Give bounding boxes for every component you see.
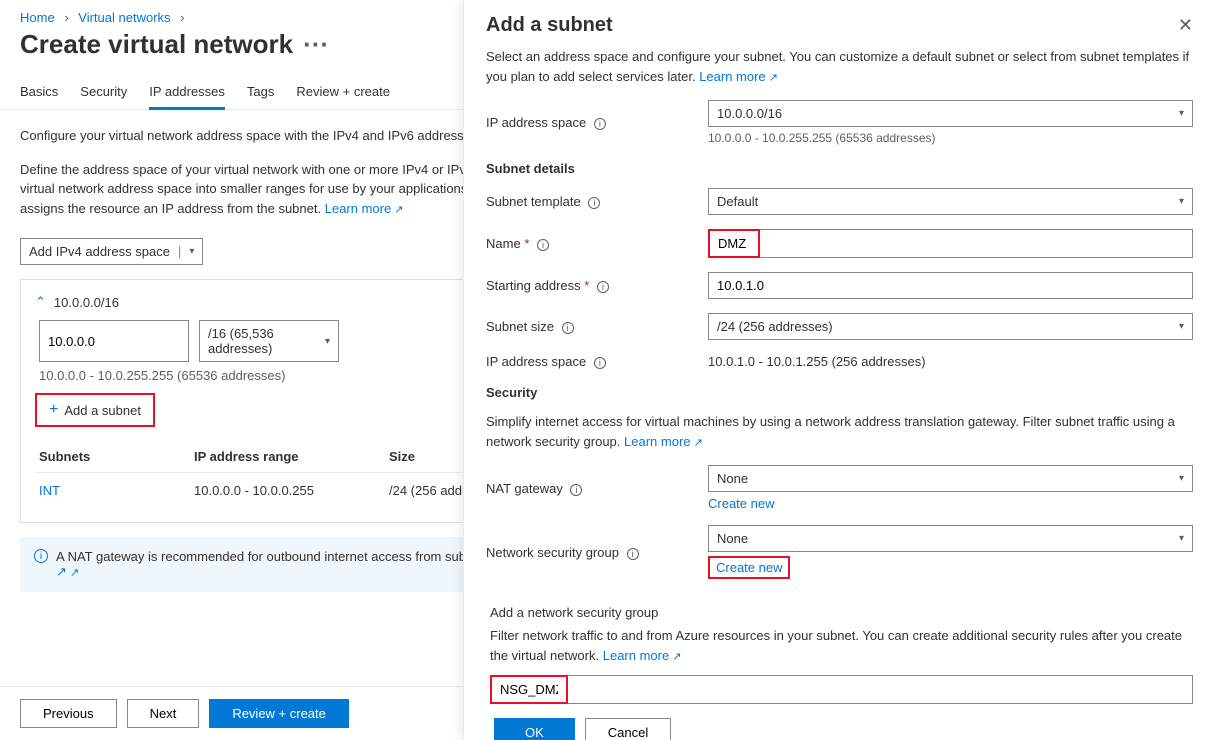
info-icon[interactable]: i [562,322,574,334]
nsg-name-input[interactable] [490,675,568,704]
start-input[interactable] [708,272,1193,299]
external-link-icon[interactable]: ↗ [56,564,79,579]
cidr-label: 10.0.0.0/16 [54,295,119,310]
learn-more-link[interactable]: Learn more [699,69,778,84]
nsg-subform: Add a network security group Filter netw… [486,593,1193,740]
ip-space-select[interactable]: 10.0.0.0/16▾ [708,100,1193,127]
size-select[interactable]: /16 (65,536 addresses)▾ [199,320,339,362]
learn-more-link[interactable]: Learn more [325,201,404,216]
nat-info-text: A NAT gateway is recommended for outboun… [56,549,527,564]
info-icon[interactable]: i [570,484,582,496]
next-button[interactable]: Next [127,699,200,728]
ip-space-range: 10.0.0.0 - 10.0.255.255 (65536 addresses… [708,131,1193,145]
size-label: Subnet size i [486,319,708,334]
chevron-down-icon: ▾ [1179,533,1184,544]
chevron-right-icon: › [180,10,184,25]
space2-value: 10.0.1.0 - 10.0.1.255 (256 addresses) [708,354,1193,369]
template-label: Subnet template i [486,194,708,209]
chevron-down-icon: ▾ [1179,473,1184,484]
review-create-button[interactable]: Review + create [209,699,349,728]
chevron-down-icon: ▾ [1179,196,1184,207]
learn-more-link[interactable]: Learn more [603,648,682,663]
nat-select[interactable]: None▾ [708,465,1193,492]
name-input-ext[interactable] [760,229,1193,258]
ok-button[interactable]: OK [494,718,575,740]
tab-ip-addresses[interactable]: IP addresses [149,76,225,110]
breadcrumb-vnets[interactable]: Virtual networks [78,10,170,25]
nsg-create-new-link[interactable]: Create new [708,556,790,579]
tab-review[interactable]: Review + create [296,76,390,109]
chevron-right-icon: › [64,10,68,25]
space2-label: IP address space i [486,354,708,369]
add-subnet-panel: Add a subnet ✕ Select an address space a… [463,0,1215,740]
size-select[interactable]: /24 (256 addresses)▾ [708,313,1193,340]
tab-tags[interactable]: Tags [247,76,274,109]
info-icon[interactable]: i [594,357,606,369]
nsg-subform-title: Add a network security group [490,605,1193,620]
name-input[interactable] [708,229,760,258]
start-label: Starting address * i [486,278,708,293]
chevron-down-icon: ▾ [325,336,330,347]
nsg-select[interactable]: None▾ [708,525,1193,552]
ip-input[interactable] [39,320,189,362]
plus-icon: + [49,401,58,419]
security-desc: Simplify internet access for virtual mac… [486,412,1193,451]
nat-label: NAT gateway i [486,481,708,496]
learn-more-link[interactable]: Learn more [624,434,703,449]
chevron-up-icon[interactable]: ⌃ [35,294,46,310]
chevron-down-icon: ▾ [1179,108,1184,119]
add-ipv4-space-button[interactable]: Add IPv4 address space|▾ [20,238,203,265]
panel-intro: Select an address space and configure yo… [486,47,1193,86]
tab-security[interactable]: Security [80,76,127,109]
subnet-range: 10.0.0.0 - 10.0.0.255 [194,483,389,498]
info-icon[interactable]: i [597,281,609,293]
add-subnet-button[interactable]: + Add a subnet [35,393,155,427]
subnet-details-heading: Subnet details [486,161,1193,176]
nsg-name-input-ext[interactable] [568,675,1193,704]
template-select[interactable]: Default▾ [708,188,1193,215]
ip-space-label: IP address space i [486,115,708,130]
nsg-label: Network security group i [486,545,708,560]
chevron-down-icon: ▾ [1179,321,1184,332]
tab-basics[interactable]: Basics [20,76,58,109]
info-icon[interactable]: i [588,197,600,209]
previous-button[interactable]: Previous [20,699,117,728]
info-icon: i [34,549,48,563]
more-icon[interactable]: ··· [303,29,329,59]
info-icon[interactable]: i [594,118,606,130]
panel-title: Add a subnet [486,14,613,37]
nat-create-new-link[interactable]: Create new [708,496,1193,511]
cancel-button[interactable]: Cancel [585,718,671,740]
info-icon[interactable]: i [537,239,549,251]
info-icon[interactable]: i [627,548,639,560]
subnet-name-link[interactable]: INT [39,483,194,498]
security-heading: Security [486,385,1193,400]
name-label: Name * i [486,236,708,251]
breadcrumb-home[interactable]: Home [20,10,55,25]
nsg-subform-desc: Filter network traffic to and from Azure… [490,626,1193,665]
chevron-down-icon: ▾ [189,246,194,257]
close-icon[interactable]: ✕ [1178,15,1193,36]
